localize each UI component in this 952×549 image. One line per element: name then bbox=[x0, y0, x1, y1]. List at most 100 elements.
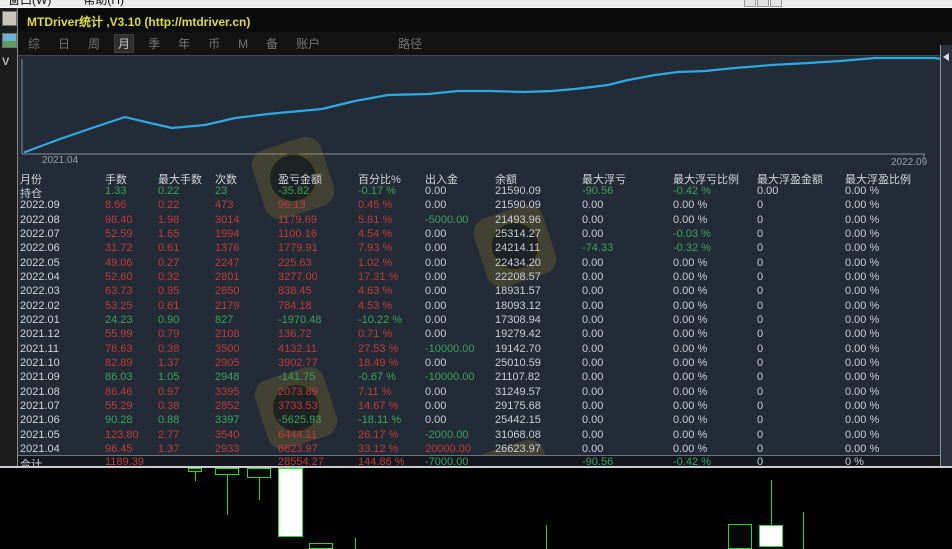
cell-value: 0.00 bbox=[425, 328, 447, 341]
toolbar-item-综[interactable]: 综 bbox=[24, 34, 44, 53]
image-icon[interactable] bbox=[2, 33, 17, 48]
cell-value: 0.00 bbox=[425, 256, 447, 269]
cell-value: 1.37 bbox=[158, 356, 180, 369]
cell-value: 2.77 bbox=[158, 428, 180, 441]
cell-value: 27.53 % bbox=[358, 342, 399, 355]
cell-value: 0.00 % bbox=[845, 242, 880, 255]
toolbar-item-M[interactable]: M bbox=[234, 36, 252, 52]
cell-value: 25314.27 bbox=[495, 227, 541, 240]
cell-value: 1.02 % bbox=[358, 256, 393, 269]
cell-value: 0 bbox=[757, 299, 764, 312]
table-header-row: 月份 手数 最大手数 次数 盈亏金额 百分比% 出入金 余额 最大浮亏 最大浮亏比例 最大浮盈金额最… bbox=[18, 171, 940, 186]
cell-value: 0 bbox=[757, 356, 764, 369]
window-minimize-button[interactable] bbox=[744, 0, 756, 7]
cell-value: 0 bbox=[757, 199, 764, 212]
cell-value: 21493.96 bbox=[495, 213, 541, 226]
scrollbar-arrow-icon[interactable] bbox=[943, 53, 949, 61]
cell-value: 0.00 % bbox=[673, 199, 708, 212]
cell-value: 0.00 % bbox=[673, 385, 708, 398]
cell-value: 2108 bbox=[215, 328, 240, 341]
toolbar-item-月[interactable]: 月 bbox=[114, 34, 135, 53]
cell-value: 0.00 % bbox=[673, 285, 708, 298]
cell-value: 0.90 bbox=[158, 313, 180, 326]
cell-value: 2852 bbox=[215, 399, 240, 412]
toolbar-item-日[interactable]: 日 bbox=[54, 34, 74, 53]
candle-body bbox=[728, 524, 752, 549]
cell-value: 0.00 bbox=[582, 356, 604, 369]
menu-item[interactable]: 帮助(H) bbox=[83, 0, 124, 7]
cell-value: 25442.15 bbox=[495, 414, 541, 427]
cell-value: 18.49 % bbox=[358, 356, 399, 369]
cell-value: 26.17 % bbox=[358, 428, 399, 441]
cell-value: 0.00 bbox=[425, 270, 447, 283]
row-label: 2022.06 bbox=[20, 242, 60, 255]
toolbar-item-路径[interactable]: 路径 bbox=[394, 34, 426, 53]
monthly-stats-table: 月份 手数 最大手数 次数 盈亏金额 百分比% 出入金 余额 最大浮亏 最大浮亏比例 最大浮盈金额最… bbox=[18, 169, 940, 471]
row-label: 2021.11 bbox=[20, 342, 59, 355]
window-restore-button[interactable] bbox=[757, 0, 769, 7]
cell-value: 55.99 bbox=[105, 328, 133, 341]
cell-value: 0 bbox=[757, 213, 764, 226]
cell-value: 1.37 bbox=[158, 442, 180, 455]
cell-value: 0.00 bbox=[582, 199, 604, 212]
cell-value: 1779.91 bbox=[278, 242, 318, 255]
cell-value: 4132.11 bbox=[278, 342, 317, 355]
row-label: 2022.02 bbox=[20, 299, 60, 312]
cell-value: 0.00 % bbox=[673, 399, 708, 412]
toolbar-item-季[interactable]: 季 bbox=[144, 34, 164, 53]
row-label: 2022.03 bbox=[20, 285, 60, 298]
cell-value: 123.80 bbox=[105, 428, 139, 441]
cell-value: 86.46 bbox=[105, 385, 133, 398]
cell-value: 3500 bbox=[215, 342, 240, 355]
cell-value: 0.00 bbox=[425, 199, 447, 212]
cell-value: 4.53 % bbox=[358, 299, 393, 312]
cell-value: 76.63 bbox=[105, 342, 133, 355]
cell-value: 2850 bbox=[215, 285, 240, 298]
cell-value: 8.66 bbox=[105, 199, 127, 212]
cell-value: 0.00 % bbox=[845, 414, 880, 427]
cell-value: 0.00 bbox=[582, 385, 604, 398]
cell-value: 0.00 % bbox=[673, 356, 708, 369]
cell-value: 53.25 bbox=[105, 299, 133, 312]
toolbar: 综日周月季年币 M 备账户 路径 bbox=[18, 32, 952, 55]
x-axis-start-label: 2021.04 bbox=[42, 155, 79, 166]
cell-value: 0.00 bbox=[582, 270, 604, 283]
cell-value: 1179.69 bbox=[278, 213, 317, 226]
cell-value: 4.54 % bbox=[358, 227, 393, 240]
cell-value: 0 bbox=[757, 428, 764, 441]
cell-value: 3397 bbox=[215, 414, 240, 427]
cell-value: 0.79 bbox=[158, 328, 180, 341]
table-row: 2022.08 98.40 1.98 3014 1179.69 5.81 % -5000.0… bbox=[18, 214, 940, 228]
cell-value: -10.22 % bbox=[358, 313, 403, 326]
row-label: 2021.09 bbox=[20, 371, 60, 384]
window-close-button[interactable] bbox=[770, 0, 782, 7]
toolbar-item-年[interactable]: 年 bbox=[174, 34, 194, 53]
row-label: 2021.06 bbox=[20, 414, 60, 427]
cell-value: 19142.70 bbox=[495, 342, 541, 355]
toolbar-item-周[interactable]: 周 bbox=[84, 34, 104, 53]
v-icon[interactable]: V bbox=[2, 56, 15, 69]
cell-value: 0.38 bbox=[158, 342, 180, 355]
row-label: 2021.05 bbox=[20, 428, 60, 441]
cell-value: 2247 bbox=[215, 256, 240, 269]
indicator-title: MTDriver统计 ,V3.10 (http://mtdriver.cn) bbox=[27, 15, 251, 29]
menu-item[interactable]: 窗口(W) bbox=[8, 0, 51, 7]
cell-value: 0.00 bbox=[582, 256, 604, 269]
candle-body bbox=[247, 468, 271, 478]
cell-value: 18093.12 bbox=[495, 299, 541, 312]
cell-value: 0.00 % bbox=[673, 342, 708, 355]
toolbar-item-账户[interactable]: 账户 bbox=[292, 34, 324, 53]
cell-value: 0 bbox=[757, 256, 764, 269]
toolbar-item-备[interactable]: 备 bbox=[262, 34, 282, 53]
cell-value: -10000.00 bbox=[425, 342, 475, 355]
toolbar-item-币[interactable]: 币 bbox=[204, 34, 224, 53]
cell-value: 0 bbox=[757, 313, 764, 326]
vertical-scrollbar[interactable] bbox=[940, 45, 952, 466]
cell-value: 33.12 % bbox=[358, 442, 399, 455]
row-label: 2021.08 bbox=[20, 385, 60, 398]
table-row: 2022.06 31.72 0.61 1376 1779.91 7.93 % 0.00 242… bbox=[18, 242, 940, 256]
panel-icon[interactable] bbox=[2, 11, 17, 26]
cell-value: -74.33 bbox=[582, 242, 614, 255]
cell-value: -5000.00 bbox=[425, 213, 469, 226]
cell-value: -2000.00 bbox=[425, 428, 469, 441]
